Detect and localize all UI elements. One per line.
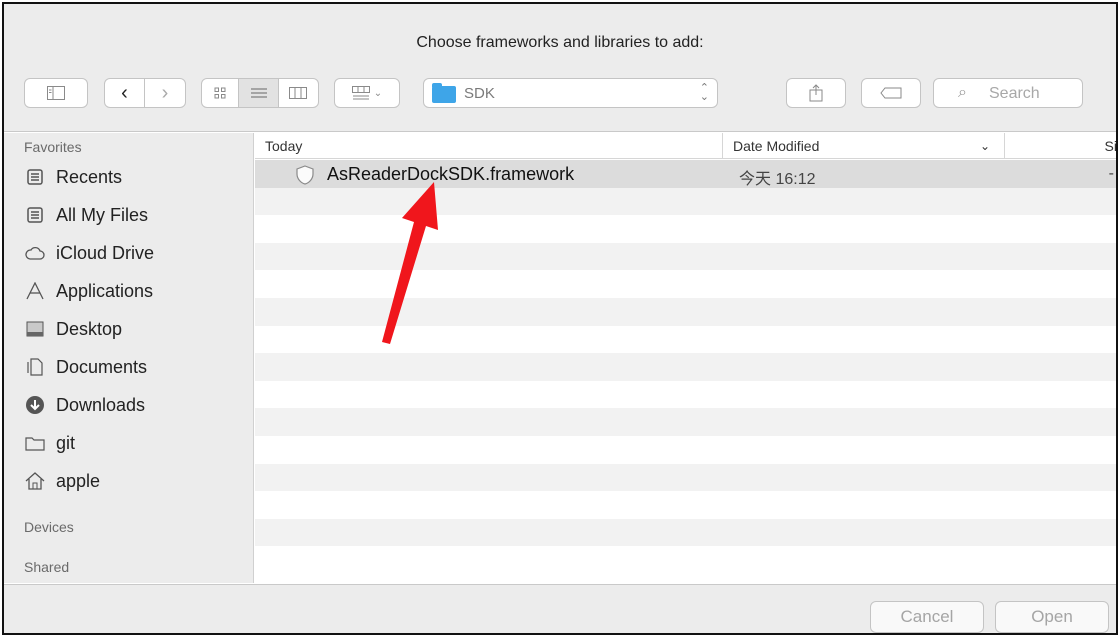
forward-button[interactable]: › — [145, 79, 185, 107]
column-header-bar: Today Date Modified ⌄ Siz — [255, 133, 1116, 159]
row-stripe — [255, 381, 1116, 409]
sidebar-item-label: iCloud Drive — [56, 242, 155, 263]
search-icon: ⌕ — [958, 84, 967, 101]
column-view-button[interactable] — [279, 79, 318, 107]
tag-icon — [880, 87, 902, 99]
sidebar-item-label: Documents — [56, 356, 148, 377]
applications-icon — [24, 281, 46, 301]
sidebar-header-shared: Shared — [24, 559, 70, 575]
cancel-button[interactable]: Cancel — [870, 601, 984, 633]
titlebar: Choose frameworks and libraries to add: … — [4, 4, 1116, 132]
list-icon — [250, 88, 267, 98]
sidebar-item-git[interactable]: git — [24, 427, 244, 459]
file-chooser-dialog: Choose frameworks and libraries to add: … — [2, 2, 1118, 635]
grid-icon — [214, 87, 226, 99]
folder-icon — [432, 83, 456, 103]
sidebar-item-all-my-files[interactable]: All My Files — [24, 199, 244, 231]
framework-shield-icon — [296, 164, 314, 185]
file-date: 今天 16:12 — [739, 171, 816, 188]
view-mode-segment — [201, 78, 319, 108]
row-stripe — [255, 436, 1116, 464]
chevron-left-icon: ‹ — [121, 81, 128, 104]
chevron-down-icon: ⌄ — [979, 139, 990, 153]
arrange-menu-button[interactable]: ⌄ — [334, 78, 400, 108]
sidebar-header-devices: Devices — [24, 519, 74, 535]
column-header-name[interactable]: Today — [255, 133, 722, 159]
column-header-date-modified[interactable]: Date Modified ⌄ — [722, 133, 1004, 159]
sidebar-item-icloud-drive[interactable]: iCloud Drive — [24, 237, 244, 269]
share-icon — [809, 84, 823, 102]
list-view-button[interactable] — [239, 79, 279, 107]
search-placeholder: Search — [989, 85, 1040, 102]
sidebar-item-apple[interactable]: apple — [24, 465, 244, 497]
share-button[interactable] — [786, 78, 846, 108]
dialog-title: Choose frameworks and libraries to add: — [416, 34, 704, 51]
sidebar-item-label: apple — [56, 470, 101, 491]
icon-view-button[interactable] — [202, 79, 240, 107]
sidebar-item-applications[interactable]: Applications — [24, 275, 244, 307]
search-field[interactable]: ⌕ Search — [933, 78, 1083, 108]
chevron-right-icon: › — [161, 81, 169, 104]
column-header-label: Date Modified — [733, 138, 820, 154]
row-stripe — [255, 463, 1116, 492]
file-size: - — [1108, 165, 1114, 182]
arrange-grid-icon — [351, 86, 370, 100]
all-files-icon — [24, 205, 46, 225]
sidebar-toggle-button[interactable] — [24, 78, 88, 108]
sidebar-header-favorites: Favorites — [24, 139, 82, 155]
sidebar-item-label: All My Files — [56, 204, 149, 225]
dialog-footer: Cancel Open — [4, 584, 1116, 633]
tag-button[interactable] — [861, 78, 921, 108]
folder-icon — [24, 433, 46, 453]
downloads-icon — [24, 395, 46, 415]
desktop-icon — [24, 319, 46, 339]
sidebar-item-recents[interactable]: Recents — [24, 161, 244, 193]
sidebar-item-downloads[interactable]: Downloads — [24, 389, 244, 421]
documents-icon — [24, 357, 46, 377]
back-button[interactable]: ‹ — [105, 79, 146, 107]
navigation-segment: ‹ › — [104, 78, 186, 108]
sidebar: Favorites Recents All My Files iCloud Dr… — [4, 133, 254, 583]
up-down-chevron-icon: ⌃ ⌄ — [699, 82, 709, 103]
sidebar-item-label: Downloads — [56, 394, 146, 415]
row-stripe — [255, 546, 1116, 574]
row-stripe — [255, 518, 1116, 547]
path-selector[interactable]: SDK ⌃ ⌄ — [423, 78, 718, 108]
home-icon — [24, 471, 46, 491]
sidebar-icon — [47, 86, 65, 100]
sidebar-item-documents[interactable]: Documents — [24, 351, 244, 383]
columns-icon — [289, 87, 308, 99]
current-folder-label: SDK — [464, 85, 495, 102]
annotation-arrow-icon — [382, 182, 438, 344]
recents-icon — [24, 167, 46, 187]
chevron-down-icon: ⌄ — [373, 87, 383, 99]
sidebar-item-label: Desktop — [56, 318, 123, 339]
sidebar-item-label: Applications — [56, 280, 154, 301]
sidebar-item-label: Recents — [56, 166, 123, 187]
open-button[interactable]: Open — [995, 601, 1109, 633]
row-stripe — [255, 353, 1116, 381]
row-stripe — [255, 408, 1116, 436]
column-header-size[interactable]: Siz — [1004, 133, 1116, 159]
cloud-icon — [24, 243, 46, 263]
row-stripe — [255, 491, 1116, 519]
sidebar-item-desktop[interactable]: Desktop — [24, 313, 244, 345]
sidebar-item-label: git — [56, 432, 76, 453]
